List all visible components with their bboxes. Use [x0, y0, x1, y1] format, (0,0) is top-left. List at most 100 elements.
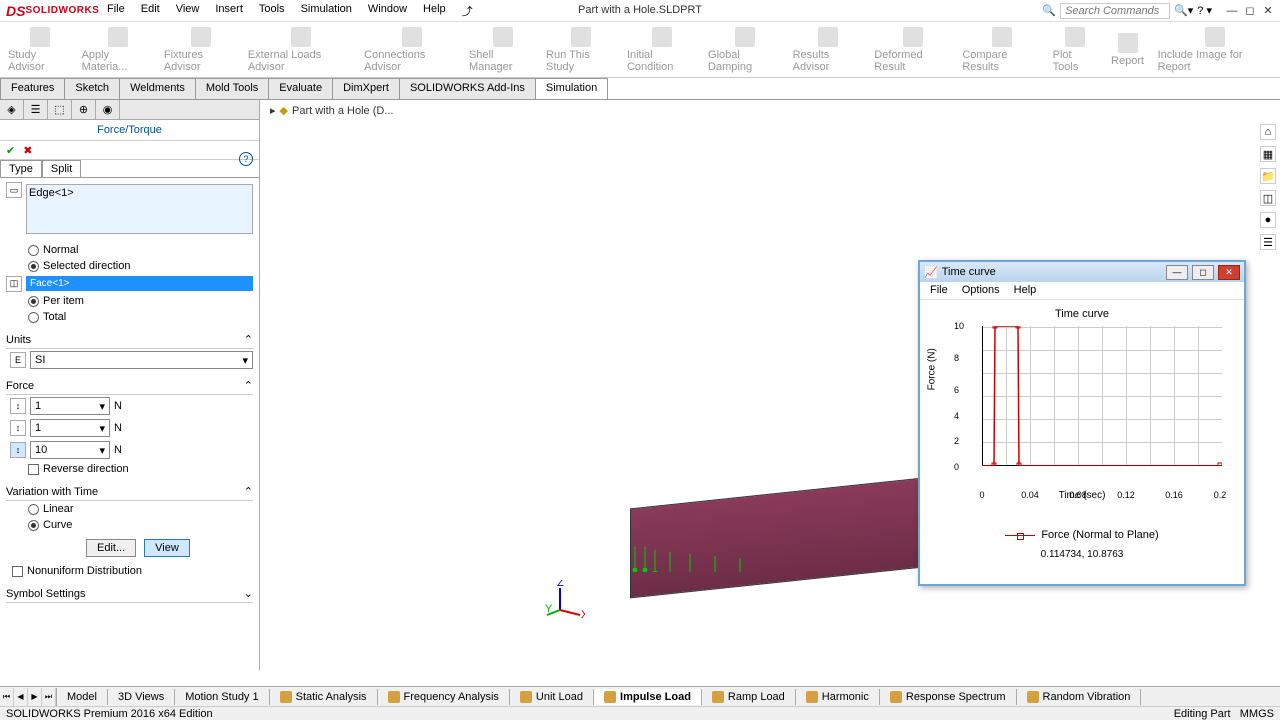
- study-advisor-button[interactable]: Study Advisor: [8, 27, 72, 73]
- tab-response-spectrum[interactable]: Response Spectrum: [880, 689, 1017, 705]
- tab-dimxpert[interactable]: DimXpert: [332, 78, 400, 99]
- tab-mold-tools[interactable]: Mold Tools: [195, 78, 269, 99]
- reverse-checkbox[interactable]: [28, 464, 39, 475]
- display-tab-icon[interactable]: ◉: [96, 100, 120, 119]
- units-dropdown[interactable]: SI▾: [30, 351, 253, 369]
- next-tab-icon[interactable]: ▶: [28, 688, 42, 706]
- tab-impulse-load[interactable]: Impulse Load: [594, 689, 702, 705]
- menu-simulation[interactable]: Simulation: [294, 0, 359, 22]
- total-radio[interactable]: [28, 312, 39, 323]
- force-z-input[interactable]: 10▾: [30, 441, 110, 459]
- property-tab-icon[interactable]: ☰: [24, 100, 48, 119]
- appearances-icon[interactable]: ●: [1260, 212, 1276, 228]
- tab-3dviews[interactable]: 3D Views: [108, 689, 175, 705]
- tab-static-analysis[interactable]: Static Analysis: [270, 689, 378, 705]
- chart-legend: Force (Normal to Plane): [1005, 529, 1158, 541]
- panel-help-icon[interactable]: ?: [239, 152, 253, 166]
- report-button[interactable]: Report: [1108, 33, 1148, 67]
- menu-edit[interactable]: Edit: [134, 0, 167, 22]
- library-icon[interactable]: 📁: [1260, 168, 1276, 184]
- search-dropdown-icon[interactable]: 🔍▾: [1174, 4, 1193, 17]
- type-tab[interactable]: Type: [0, 160, 42, 177]
- tc-help-menu[interactable]: Help: [1008, 282, 1043, 299]
- tab-evaluate[interactable]: Evaluate: [268, 78, 333, 99]
- direction-reference[interactable]: Face<1>: [26, 276, 253, 291]
- tab-sketch[interactable]: Sketch: [64, 78, 120, 99]
- close-button[interactable]: ✕: [1260, 4, 1276, 18]
- tab-frequency-analysis[interactable]: Frequency Analysis: [378, 689, 510, 705]
- custom-props-icon[interactable]: ☰: [1260, 234, 1276, 250]
- search-input[interactable]: [1060, 3, 1170, 19]
- collapse-icon[interactable]: ⌃: [244, 379, 253, 392]
- tab-features[interactable]: Features: [0, 78, 65, 99]
- tc-options-menu[interactable]: Options: [956, 282, 1006, 299]
- config-tab-icon[interactable]: ⬚: [48, 100, 72, 119]
- tc-close-button[interactable]: ✕: [1218, 265, 1240, 280]
- tab-weldments[interactable]: Weldments: [119, 78, 196, 99]
- last-tab-icon[interactable]: ⏭: [42, 688, 56, 706]
- plot-tools-button[interactable]: Plot Tools: [1053, 27, 1098, 73]
- feature-tree-tab-icon[interactable]: ◈: [0, 100, 24, 119]
- panel-title: Force/Torque: [0, 120, 259, 140]
- results-advisor-button[interactable]: Results Advisor: [793, 27, 865, 73]
- help-dropdown-icon[interactable]: ? ▾: [1197, 4, 1212, 17]
- view-curve-button[interactable]: View: [144, 539, 190, 557]
- restore-button[interactable]: ◻: [1242, 4, 1258, 18]
- ok-button[interactable]: ✔: [6, 144, 15, 157]
- selected-direction-radio[interactable]: [28, 261, 39, 272]
- svg-text:X: X: [581, 609, 585, 620]
- menu-view[interactable]: View: [169, 0, 207, 22]
- menu-tools[interactable]: Tools: [252, 0, 292, 22]
- normal-radio[interactable]: [28, 245, 39, 256]
- resources-icon[interactable]: ▦: [1260, 146, 1276, 162]
- tab-unit-load[interactable]: Unit Load: [510, 689, 594, 705]
- per-item-radio[interactable]: [28, 296, 39, 307]
- tab-harmonic[interactable]: Harmonic: [796, 689, 880, 705]
- force-x-input[interactable]: 1▾: [30, 397, 110, 415]
- tab-model[interactable]: Model: [57, 689, 108, 705]
- split-tab[interactable]: Split: [42, 160, 81, 177]
- fixtures-advisor-button[interactable]: Fixtures Advisor: [164, 27, 238, 73]
- external-loads-button[interactable]: External Loads Advisor: [248, 27, 354, 73]
- x-tick: 0.2: [1214, 490, 1227, 500]
- menu-insert[interactable]: Insert: [208, 0, 250, 22]
- collapse-icon[interactable]: ⌃: [244, 333, 253, 346]
- force-y-input[interactable]: 1▾: [30, 419, 110, 437]
- tc-maximize-button[interactable]: ◻: [1192, 265, 1214, 280]
- menu-pin-icon[interactable]: ⤴: [455, 0, 480, 22]
- nonuniform-checkbox[interactable]: [12, 566, 23, 577]
- first-tab-icon[interactable]: ⏮: [0, 688, 14, 706]
- tab-random-vibration[interactable]: Random Vibration: [1017, 689, 1142, 705]
- home-icon[interactable]: ⌂: [1260, 124, 1276, 140]
- linear-radio[interactable]: [28, 504, 39, 515]
- prev-tab-icon[interactable]: ◀: [14, 688, 28, 706]
- menu-file[interactable]: File: [100, 0, 132, 22]
- graphics-viewport[interactable]: ▸ ◆ Part with a Hole (D... Z X Y ⌂ ▦ 📁 ◫…: [260, 100, 1280, 670]
- tab-motion-study[interactable]: Motion Study 1: [175, 689, 269, 705]
- collapse-icon[interactable]: ⌃: [244, 485, 253, 498]
- connections-advisor-button[interactable]: Connections Advisor: [364, 27, 459, 73]
- run-study-button[interactable]: Run This Study: [546, 27, 617, 73]
- menu-window[interactable]: Window: [361, 0, 414, 22]
- tab-addins[interactable]: SOLIDWORKS Add-Ins: [399, 78, 536, 99]
- menu-help[interactable]: Help: [416, 0, 453, 22]
- dimxpert-tab-icon[interactable]: ⊕: [72, 100, 96, 119]
- tc-minimize-button[interactable]: —: [1166, 265, 1188, 280]
- minimize-button[interactable]: —: [1224, 4, 1240, 18]
- time-curve-chart[interactable]: Force (N) 10 8 6 4 2 0 0 0.04 0.08 0.12 …: [962, 326, 1222, 486]
- global-damping-button: Global Damping: [708, 27, 783, 73]
- selection-list[interactable]: Edge<1>: [26, 184, 253, 234]
- curve-radio[interactable]: [28, 520, 39, 531]
- breadcrumb[interactable]: ▸ ◆ Part with a Hole (D...: [270, 104, 393, 117]
- tab-simulation[interactable]: Simulation: [535, 78, 608, 99]
- view-palette-icon[interactable]: ◫: [1260, 190, 1276, 206]
- tab-ramp-load[interactable]: Ramp Load: [702, 689, 796, 705]
- x-tick: 0.08: [1069, 490, 1087, 500]
- initial-condition-button: Initial Condition: [627, 27, 698, 73]
- cancel-button[interactable]: ✖: [23, 144, 32, 157]
- expand-icon[interactable]: ⌄: [244, 587, 253, 600]
- orientation-triad[interactable]: Z X Y: [545, 580, 585, 620]
- edit-curve-button[interactable]: Edit...: [86, 539, 136, 557]
- time-curve-titlebar[interactable]: 📈 Time curve — ◻ ✕: [920, 262, 1244, 282]
- tc-file-menu[interactable]: File: [924, 282, 954, 299]
